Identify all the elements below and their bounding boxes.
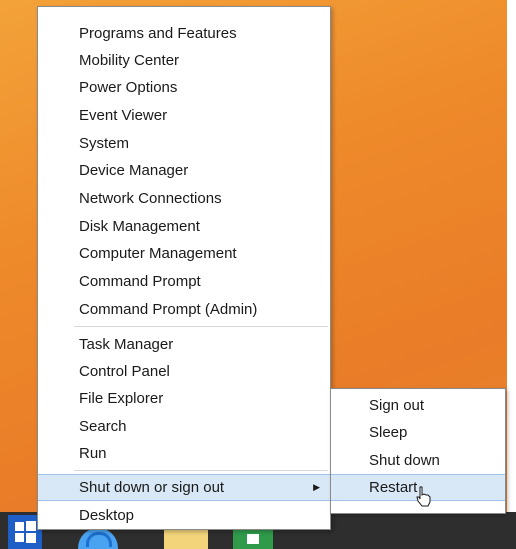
menu-item-command-prompt-admin[interactable]: Command Prompt (Admin) bbox=[38, 296, 330, 323]
menu-item-system[interactable]: System bbox=[38, 130, 330, 157]
menu-item-control-panel[interactable]: Control Panel bbox=[38, 358, 330, 385]
menu-item-shut-down-or-sign-out[interactable]: Shut down or sign out ▶ bbox=[38, 474, 330, 501]
menu-separator bbox=[74, 470, 328, 471]
store-icon[interactable] bbox=[233, 528, 273, 549]
menu-item-file-explorer[interactable]: File Explorer bbox=[38, 385, 330, 412]
menu-item-task-manager[interactable]: Task Manager bbox=[38, 331, 330, 358]
menu-item-desktop[interactable]: Desktop bbox=[38, 502, 330, 529]
menu-item-computer-management[interactable]: Computer Management bbox=[38, 240, 330, 267]
menu-item-network-connections[interactable]: Network Connections bbox=[38, 185, 330, 212]
menu-item-event-viewer[interactable]: Event Viewer bbox=[38, 102, 330, 129]
menu-item-run[interactable]: Run bbox=[38, 440, 330, 467]
menu-item-label: Shut down or sign out bbox=[79, 479, 225, 496]
menu-item-search[interactable]: Search bbox=[38, 413, 330, 440]
submenu-item-sleep[interactable]: Sleep bbox=[331, 419, 505, 446]
chevron-right-icon: ▶ bbox=[313, 482, 320, 492]
submenu-item-sign-out[interactable]: Sign out bbox=[331, 392, 505, 419]
menu-item-disk-management[interactable]: Disk Management bbox=[38, 213, 330, 240]
file-explorer-icon[interactable] bbox=[164, 528, 208, 549]
menu-item-device-manager[interactable]: Device Manager bbox=[38, 157, 330, 184]
menu-item-programs-and-features[interactable]: Programs and Features bbox=[38, 20, 330, 47]
menu-separator bbox=[74, 326, 328, 327]
submenu-item-shut-down[interactable]: Shut down bbox=[331, 447, 505, 474]
menu-item-power-options[interactable]: Power Options bbox=[38, 74, 330, 101]
menu-item-mobility-center[interactable]: Mobility Center bbox=[38, 47, 330, 74]
hand-pointer-icon bbox=[416, 486, 431, 507]
menu-item-command-prompt[interactable]: Command Prompt bbox=[38, 268, 330, 295]
desktop-edge bbox=[507, 0, 516, 549]
winx-context-menu: Programs and Features Mobility Center Po… bbox=[37, 6, 331, 530]
